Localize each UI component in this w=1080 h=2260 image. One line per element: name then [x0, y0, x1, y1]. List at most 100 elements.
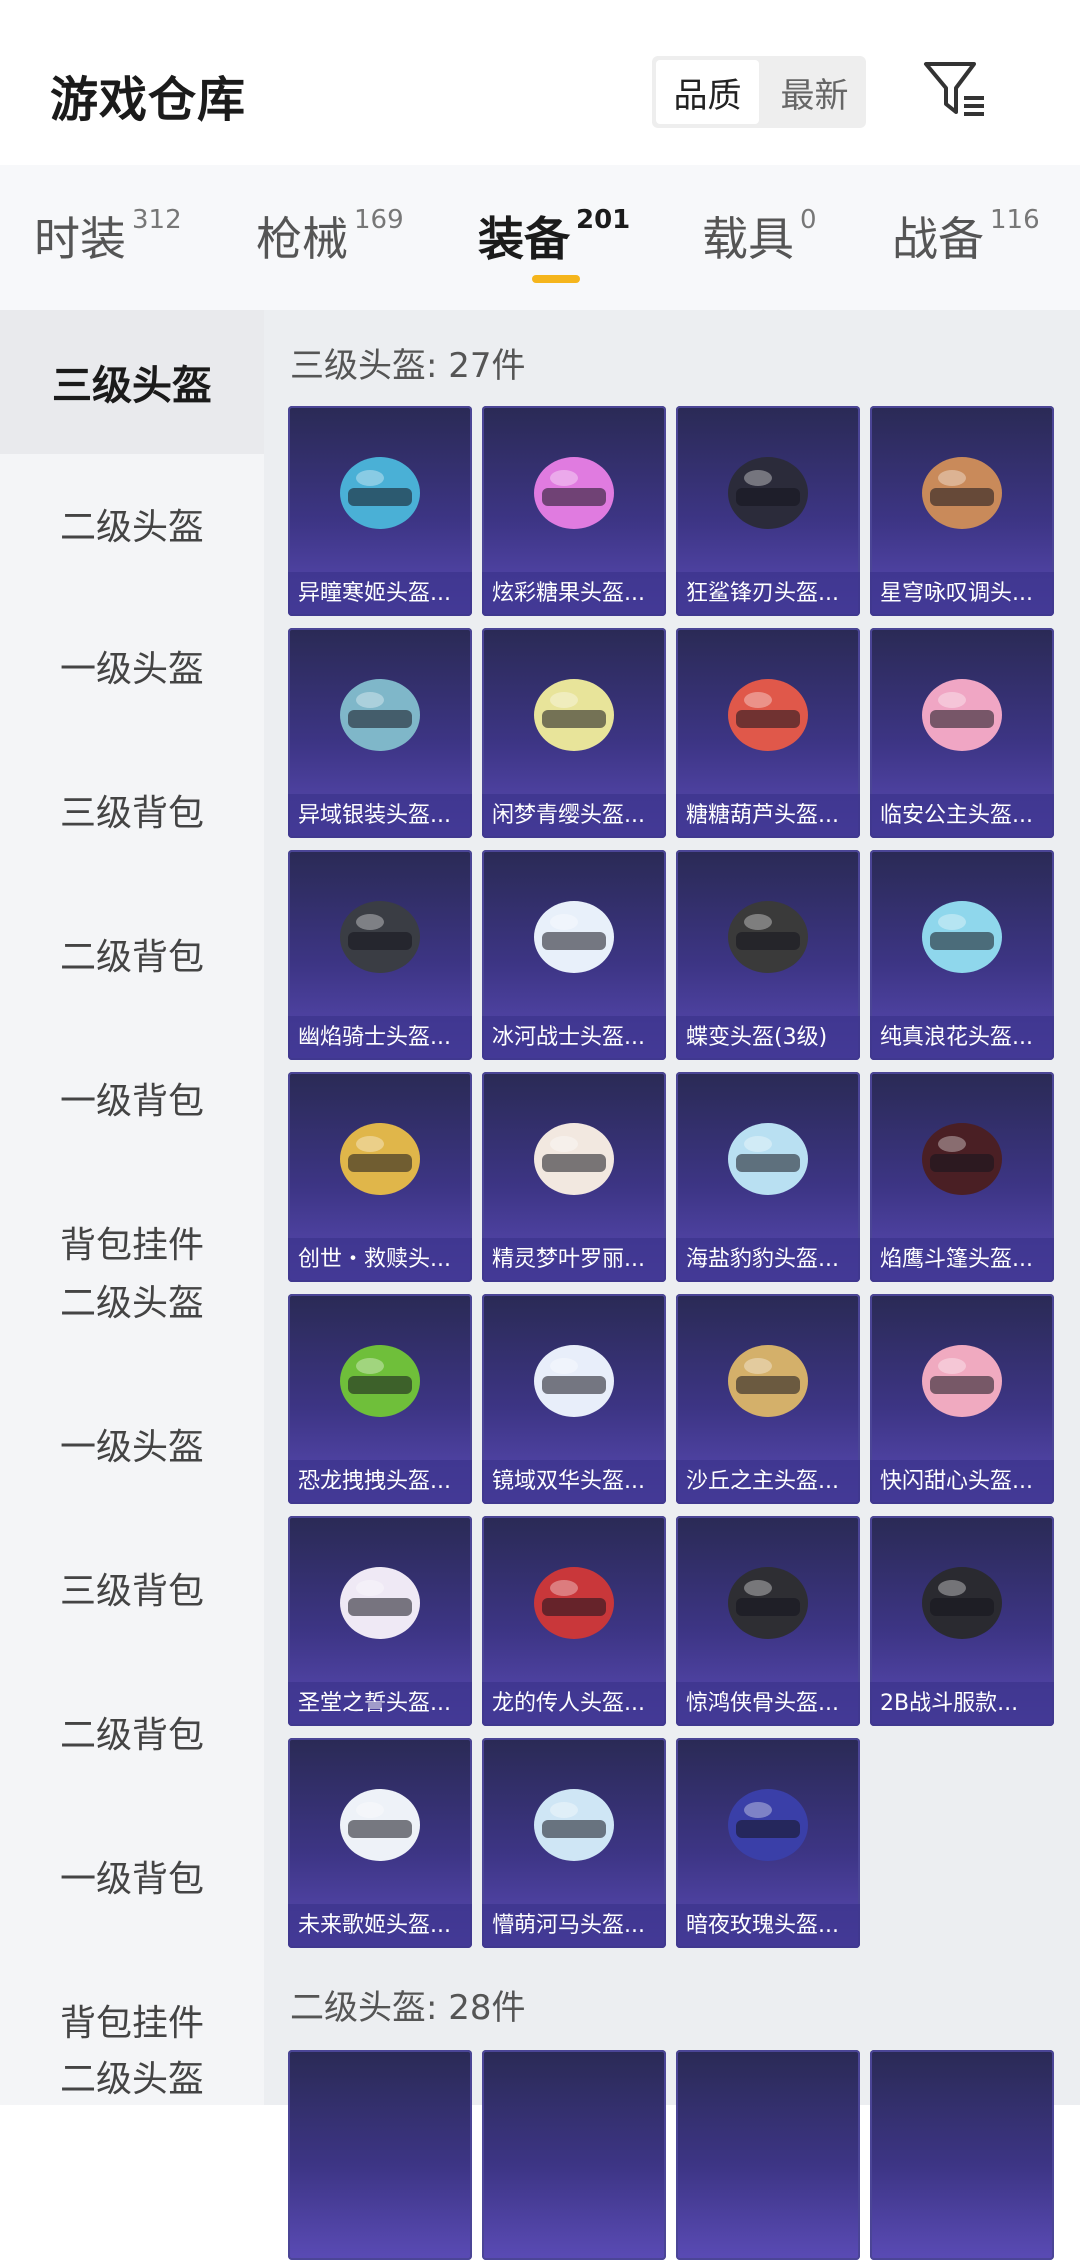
helmet-icon	[922, 1123, 1002, 1195]
tab-count: 312	[132, 205, 182, 235]
helmet-icon	[534, 1345, 614, 1417]
item-card[interactable]: 快闪甜心头盔...	[870, 1294, 1054, 1504]
active-tab-indicator	[532, 275, 580, 283]
section-title: 三级头盔: 27件	[290, 346, 526, 386]
item-name: 糖糖葫芦头盔...	[676, 794, 860, 838]
sidebar-item[interactable]: 二级头盔	[0, 498, 264, 554]
item-card[interactable]: 龙的传人头盔...	[482, 1516, 666, 1726]
item-card[interactable]: 恐龙拽拽头盔...	[288, 1294, 472, 1504]
sidebar-item[interactable]: 背包挂件	[0, 1216, 264, 1272]
sidebar-item[interactable]: 一级背包	[0, 1072, 264, 1128]
item-card[interactable]: 冰河战士头盔...	[482, 850, 666, 1060]
item-name: 幽焰骑士头盔...	[288, 1016, 472, 1060]
item-name: 蝶变头盔(3级)	[676, 1016, 860, 1060]
tab-label: 枪械	[256, 212, 348, 266]
sidebar-item[interactable]: 一级背包	[0, 1850, 264, 1906]
item-card[interactable]: 纯真浪花头盔...	[870, 850, 1054, 1060]
tab-label: 载具	[702, 212, 794, 266]
item-card[interactable]: 沙丘之主头盔...	[676, 1294, 860, 1504]
item-card[interactable]: 炫彩糖果头盔...	[482, 406, 666, 616]
helmet-icon	[534, 1123, 614, 1195]
item-card[interactable]: 幽焰骑士头盔...	[288, 850, 472, 1060]
item-card[interactable]: 狂鲨锋刃头盔...	[676, 406, 860, 616]
tab-count: 0	[800, 205, 817, 235]
item-card[interactable]: 海盐豹豹头盔...	[676, 1072, 860, 1282]
app-header: 游戏仓库 品质 最新	[0, 0, 1080, 165]
item-name: 异瞳寒姬头盔...	[288, 572, 472, 616]
helmet-icon	[534, 901, 614, 973]
sidebar-item[interactable]: 二级头盔	[0, 1274, 264, 1330]
sidebar-item[interactable]: 二级头盔	[0, 2050, 264, 2106]
item-card[interactable]: 未来歌姬头盔...	[288, 1738, 472, 1948]
item-card[interactable]: 异瞳寒姬头盔...	[288, 406, 472, 616]
item-name: 圣堂之誓头盔...	[288, 1682, 472, 1726]
item-card[interactable]: 闲梦青缨头盔...	[482, 628, 666, 838]
item-card[interactable]: 星穹咏叹调头...	[870, 406, 1054, 616]
page-title: 游戏仓库	[50, 72, 247, 128]
item-card[interactable]: 精灵梦叶罗丽...	[482, 1072, 666, 1282]
sidebar-item[interactable]: 一级头盔	[0, 1418, 264, 1474]
item-name: 恐龙拽拽头盔...	[288, 1460, 472, 1504]
item-name: 炫彩糖果头盔...	[482, 572, 666, 616]
tab-label: 时装	[34, 212, 126, 266]
item-card[interactable]: 创世・救赎头...	[288, 1072, 472, 1282]
helmet-icon	[728, 679, 808, 751]
item-card[interactable]	[482, 2050, 666, 2260]
helmet-icon	[340, 1345, 420, 1417]
sidebar-item[interactable]: 二级背包	[0, 1706, 264, 1762]
category-sidebar: 三级头盔 二级头盔 一级头盔 三级背包 二级背包 一级背包 背包挂件 二级头盔 一级头盔 三级背包…	[0, 310, 264, 2105]
item-card[interactable]: 惊鸿侠骨头盔...	[676, 1516, 860, 1726]
helmet-icon	[728, 1789, 808, 1861]
item-card[interactable]	[288, 2050, 472, 2260]
sort-by-newest-button[interactable]: 最新	[763, 56, 866, 128]
item-card[interactable]: 焰鹰斗篷头盔...	[870, 1072, 1054, 1282]
helmet-icon	[340, 901, 420, 973]
item-card[interactable]: 懵萌河马头盔...	[482, 1738, 666, 1948]
tab-equipment[interactable]: 装备 201	[478, 203, 630, 269]
helmet-icon	[340, 1789, 420, 1861]
item-card[interactable]	[870, 2050, 1054, 2260]
tab-label: 装备	[478, 212, 570, 266]
helmet-icon	[922, 1567, 1002, 1639]
item-name: 焰鹰斗篷头盔...	[870, 1238, 1054, 1282]
helmet-icon	[728, 1345, 808, 1417]
sidebar-item[interactable]: 三级头盔	[0, 310, 264, 454]
tab-vehicles[interactable]: 载具 0	[702, 203, 817, 269]
item-card[interactable]: 暗夜玫瑰头盔...	[676, 1738, 860, 1948]
item-name: 懵萌河马头盔...	[482, 1904, 666, 1948]
helmet-icon	[534, 1789, 614, 1861]
item-card[interactable]: 镜域双华头盔...	[482, 1294, 666, 1504]
category-tabs: 时装 312 枪械 169 装备 201 载具 0 战备 116	[0, 165, 1080, 310]
sidebar-item[interactable]: 二级背包	[0, 928, 264, 984]
item-name: 惊鸿侠骨头盔...	[676, 1682, 860, 1726]
sidebar-item[interactable]: 三级背包	[0, 1562, 264, 1618]
tab-outfits[interactable]: 时装 312	[34, 203, 182, 269]
item-card[interactable]: 糖糖葫芦头盔...	[676, 628, 860, 838]
helmet-icon	[534, 1567, 614, 1639]
item-name: 异域银装头盔...	[288, 794, 472, 838]
item-card[interactable]: 2B战斗服款...	[870, 1516, 1054, 1726]
item-name: 镜域双华头盔...	[482, 1460, 666, 1504]
item-grid-area: 三级头盔: 27件 二级头盔: 28件 异瞳寒姬头盔... 炫彩糖果头盔... 狂鲨…	[264, 310, 1080, 2260]
filter-button[interactable]	[920, 58, 990, 122]
item-name: 暗夜玫瑰头盔...	[676, 1904, 860, 1948]
helmet-icon	[728, 901, 808, 973]
section-title: 二级头盔: 28件	[290, 1988, 526, 2028]
sort-toggle: 品质 最新	[652, 56, 866, 128]
item-card[interactable]	[676, 2050, 860, 2260]
item-name: 星穹咏叹调头...	[870, 572, 1054, 616]
sidebar-item[interactable]: 背包挂件	[0, 1994, 264, 2050]
item-card[interactable]: 临安公主头盔...	[870, 628, 1054, 838]
item-card[interactable]: 异域银装头盔...	[288, 628, 472, 838]
sort-by-quality-button[interactable]: 品质	[656, 60, 759, 124]
item-name: 临安公主头盔...	[870, 794, 1054, 838]
tab-count: 116	[990, 205, 1040, 235]
item-card[interactable]: 蝶变头盔(3级)	[676, 850, 860, 1060]
sidebar-item[interactable]: 一级头盔	[0, 640, 264, 696]
helmet-icon	[340, 679, 420, 751]
tab-supplies[interactable]: 战备 116	[892, 203, 1040, 269]
tab-count: 201	[576, 205, 631, 235]
sidebar-item[interactable]: 三级背包	[0, 784, 264, 840]
item-card[interactable]: 圣堂之誓头盔...	[288, 1516, 472, 1726]
tab-guns[interactable]: 枪械 169	[256, 203, 404, 269]
